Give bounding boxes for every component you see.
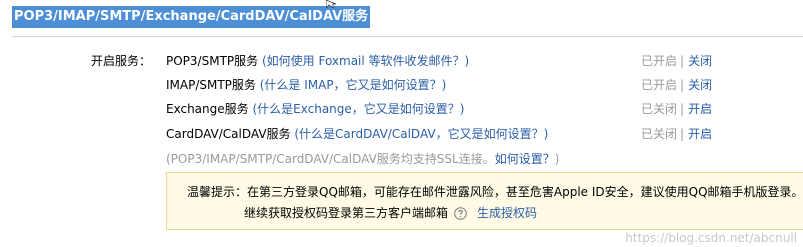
- enable-services-label: 开启服务：: [91, 54, 152, 68]
- enable-carddav-caldav-button[interactable]: 开启: [688, 127, 712, 141]
- ssl-note-text: (POP3/IMAP/SMTP/CardDAV/CalDAV服务均支持SSL连接…: [166, 152, 495, 166]
- status-text: 已关闭: [641, 127, 678, 141]
- ssl-support-note: (POP3/IMAP/SMTP/CardDAV/CalDAV服务均支持SSL连接…: [166, 151, 559, 167]
- service-help-link[interactable]: (什么是CardDAV/CalDAV，它又是如何设置？): [294, 127, 548, 141]
- service-status-pop3-smtp: 已开启 | 关闭: [641, 53, 731, 69]
- enable-exchange-button[interactable]: 开启: [688, 102, 712, 116]
- ssl-note-close: ): [554, 152, 560, 166]
- watermark: https://blog.csdn.net/abcnull: [625, 231, 797, 245]
- service-status-carddav-caldav: 已关闭 | 开启: [641, 126, 731, 142]
- service-name: CardDAV/CalDAV服务: [166, 127, 291, 141]
- generate-auth-code-link[interactable]: 生成授权码: [477, 206, 537, 220]
- status-separator: |: [680, 102, 685, 116]
- email-settings-panel: POP3/IMAP/SMTP/Exchange/CardDAV/CalDAV服务…: [0, 0, 803, 247]
- auth-code-text: 继续获取授权码登录第三方客户端邮箱: [244, 206, 449, 220]
- service-help-link[interactable]: (什么是Exchange，它又是如何设置？): [252, 102, 464, 116]
- status-text: 已开启: [641, 54, 678, 68]
- question-circle-icon[interactable]: [454, 207, 467, 220]
- service-help-link[interactable]: (什么是 IMAP，它又是如何设置？): [260, 78, 447, 92]
- warning-text: 温馨提示：在第三方登录QQ邮箱，可能存在邮件泄露风险，甚至危害Apple ID安…: [187, 185, 803, 199]
- auth-code-line: 继续获取授权码登录第三方客户端邮箱 生成授权码: [244, 205, 537, 221]
- service-help-link[interactable]: (如何使用 Foxmail 等软件收发邮件？): [262, 54, 469, 68]
- status-separator: |: [680, 78, 685, 92]
- section-title: POP3/IMAP/SMTP/Exchange/CardDAV/CalDAV服务: [12, 6, 371, 28]
- service-name: POP3/SMTP服务: [166, 54, 259, 68]
- service-name: Exchange服务: [166, 102, 249, 116]
- status-separator: |: [680, 54, 685, 68]
- service-name: IMAP/SMTP服务: [166, 78, 256, 92]
- status-text: 已开启: [641, 78, 678, 92]
- cursor-icon: [326, 0, 337, 8]
- disable-pop3-smtp-button[interactable]: 关闭: [688, 54, 712, 68]
- service-status-exchange: 已关闭 | 开启: [641, 101, 731, 117]
- status-separator: |: [680, 127, 685, 141]
- service-status-imap-smtp: 已开启 | 关闭: [641, 77, 731, 93]
- ssl-how-to-link[interactable]: 如何设置？: [495, 152, 555, 166]
- security-warning-box: 温馨提示：在第三方登录QQ邮箱，可能存在邮件泄露风险，甚至危害Apple ID安…: [166, 172, 803, 230]
- status-text: 已关闭: [641, 102, 678, 116]
- section-divider: [12, 36, 803, 37]
- disable-imap-smtp-button[interactable]: 关闭: [688, 78, 712, 92]
